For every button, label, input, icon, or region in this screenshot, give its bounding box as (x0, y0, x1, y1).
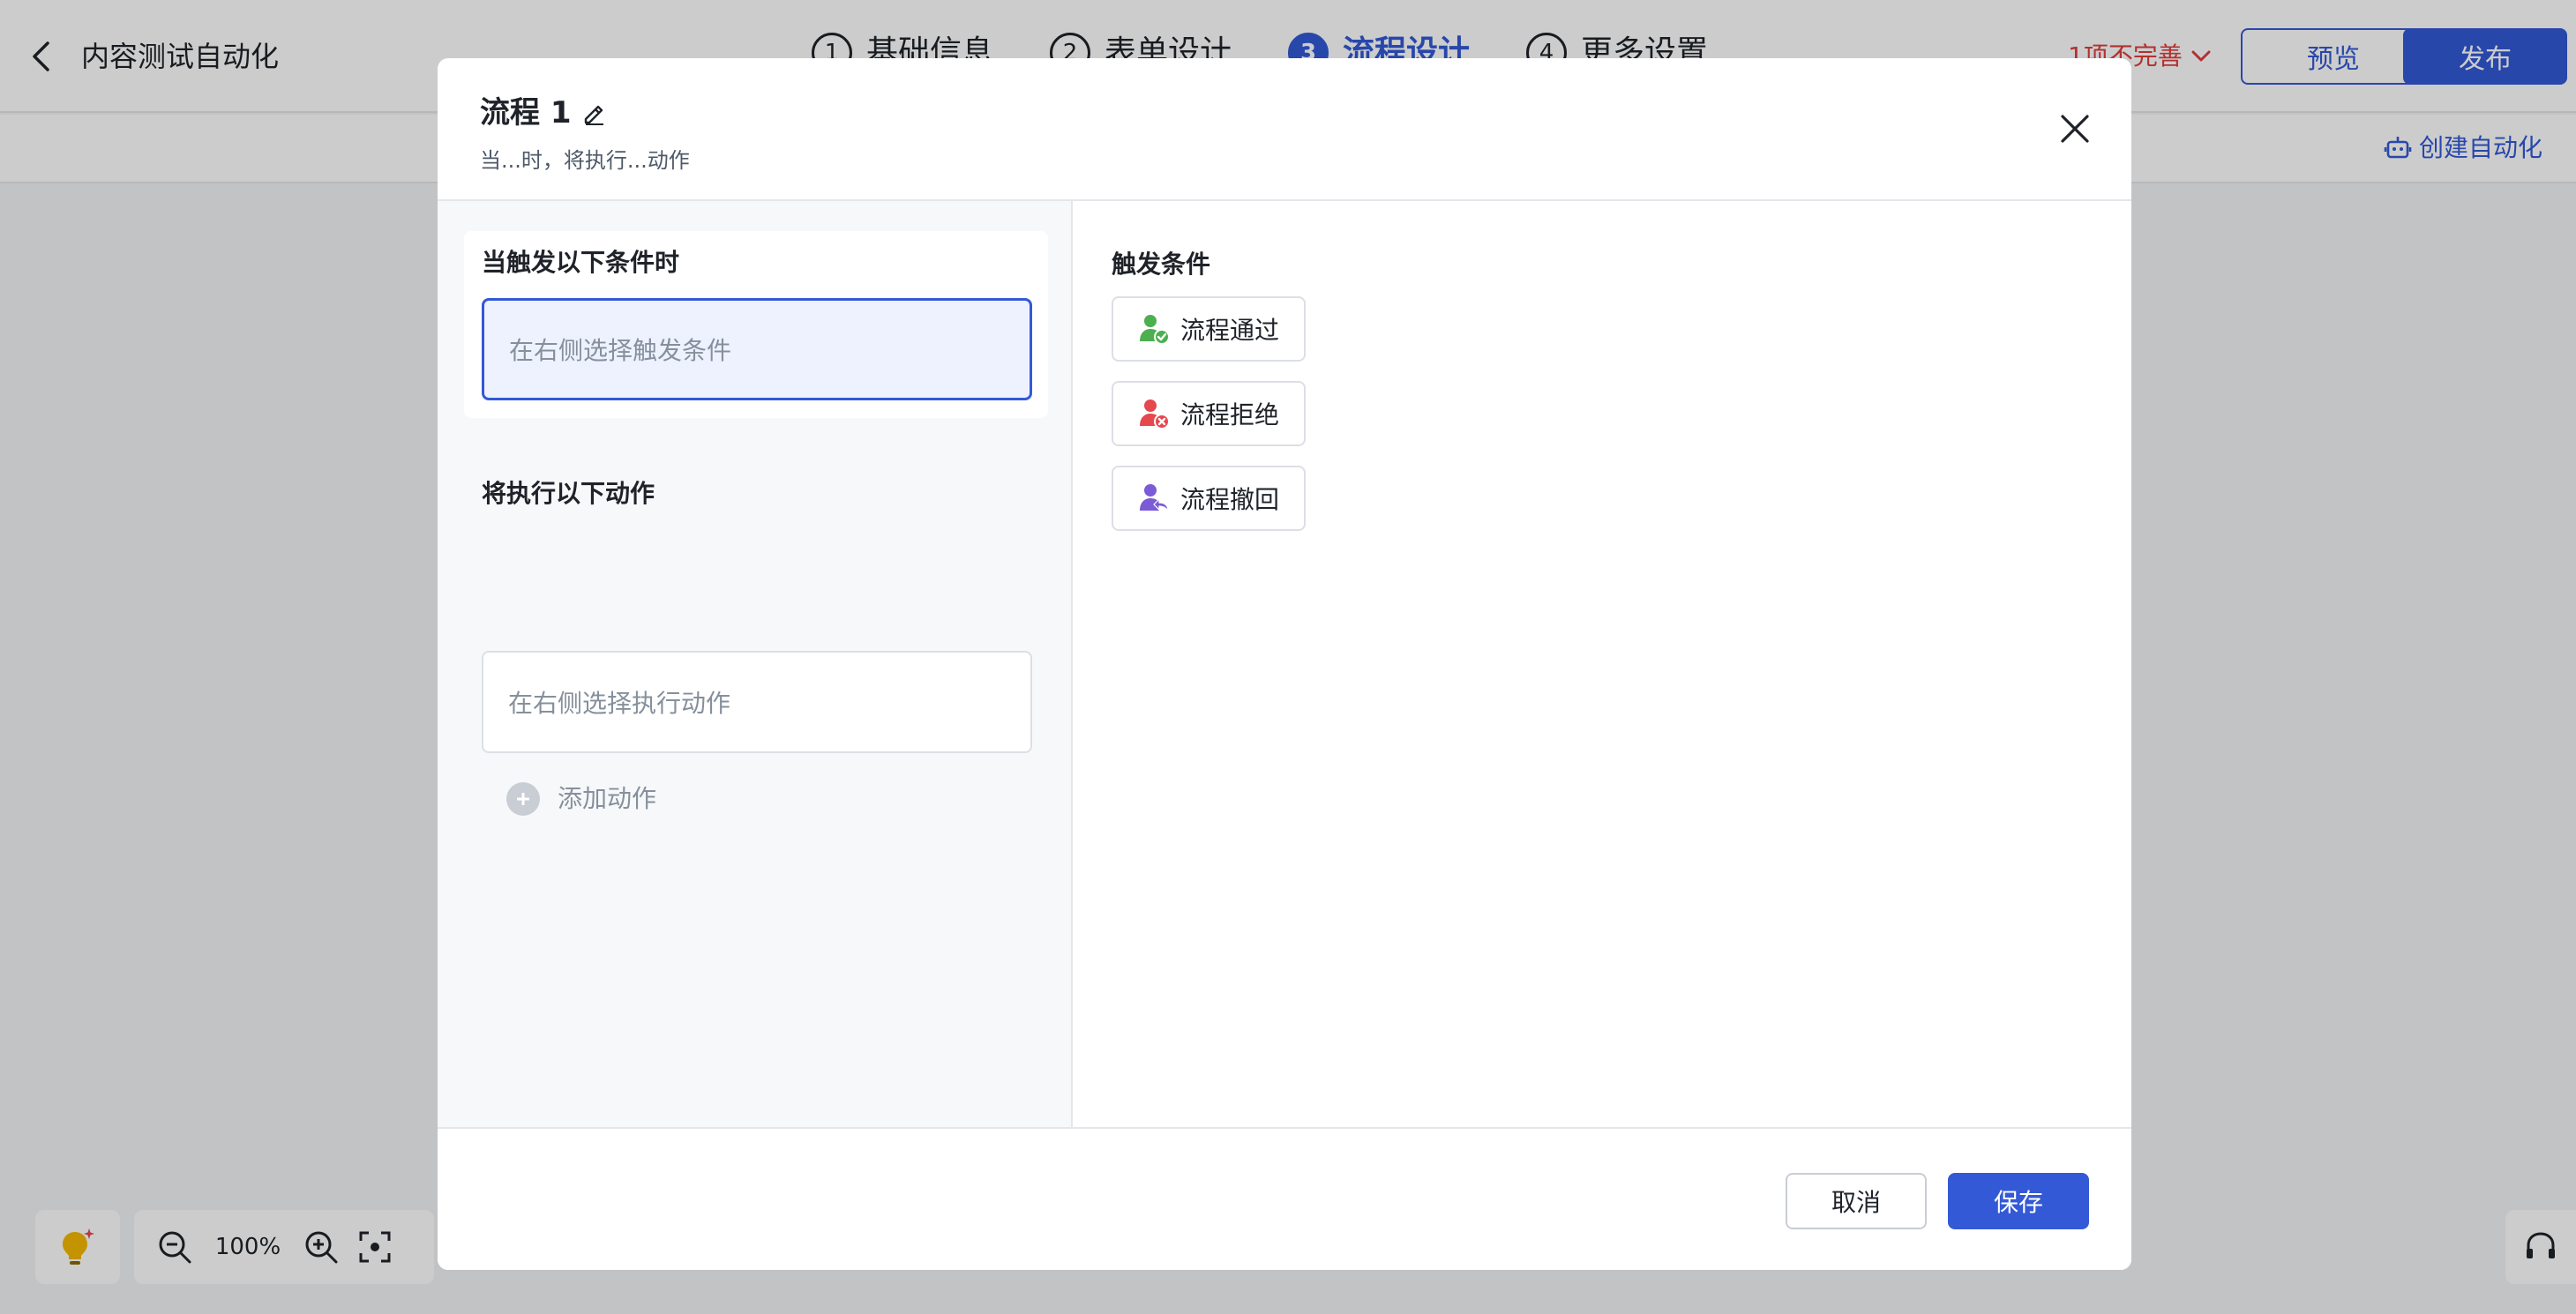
condition-label: 流程撤回 (1180, 485, 1280, 514)
automation-modal: 流程 1 当...时，将执行...动作 当触发以下条件时 在右侧选择触发条件 将… (438, 58, 2131, 1270)
trigger-drop-zone[interactable]: 在右侧选择触发条件 (482, 298, 1032, 400)
close-icon[interactable] (2057, 111, 2093, 146)
add-action-label: 添加动作 (558, 784, 657, 813)
modal-header: 流程 1 当...时，将执行...动作 (438, 58, 2131, 201)
options-pane: 触发条件 流程通过 流程拒绝 流程撤回 (1075, 201, 2131, 1127)
trigger-conditions-panel: 触发条件 流程通过 流程拒绝 流程撤回 (1085, 229, 1390, 549)
modal-body: 当触发以下条件时 在右侧选择触发条件 将执行以下动作 在右侧选择执行动作 添加动… (438, 201, 2131, 1127)
modal-subtitle: 当...时，将执行...动作 (480, 148, 690, 173)
flow-name: 流程 1 (480, 95, 572, 131)
condition-label: 流程拒绝 (1180, 400, 1280, 429)
cancel-button[interactable]: 取消 (1786, 1173, 1927, 1229)
conditions-title: 触发条件 (1112, 250, 1211, 279)
edit-pencil-icon[interactable] (580, 100, 607, 126)
action-drop-zone[interactable]: 在右侧选择执行动作 (482, 651, 1032, 753)
user-withdraw-icon (1140, 484, 1169, 512)
user-reject-icon (1140, 399, 1170, 429)
trigger-card: 当触发以下条件时 在右侧选择触发条件 (464, 231, 1048, 418)
action-section-label: 将执行以下动作 (482, 479, 655, 508)
trigger-section-label: 当触发以下条件时 (482, 248, 680, 277)
condition-label: 流程通过 (1180, 316, 1280, 345)
save-button[interactable]: 保存 (1948, 1173, 2089, 1229)
condition-flow-rejected[interactable]: 流程拒绝 (1112, 381, 1306, 446)
rule-editor-pane: 当触发以下条件时 在右侧选择触发条件 将执行以下动作 在右侧选择执行动作 添加动… (438, 201, 1073, 1127)
condition-flow-approved[interactable]: 流程通过 (1112, 296, 1306, 362)
modal-footer: 取消 保存 (438, 1127, 2131, 1270)
plus-icon (506, 782, 540, 816)
modal-title: 流程 1 (480, 92, 607, 134)
add-action-button[interactable]: 添加动作 (506, 781, 656, 817)
condition-flow-withdrawn[interactable]: 流程撤回 (1112, 466, 1306, 531)
user-check-icon (1140, 315, 1170, 345)
